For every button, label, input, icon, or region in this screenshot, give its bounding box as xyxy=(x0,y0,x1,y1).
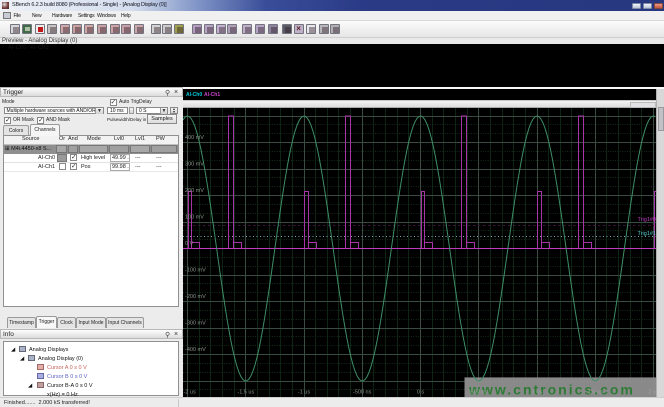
svg-text:0 s: 0 s xyxy=(417,389,425,395)
svg-text:-100 mV: -100 mV xyxy=(185,267,206,273)
svg-text:-1 us: -1 us xyxy=(298,389,310,395)
svg-text:0 V: 0 V xyxy=(185,241,194,247)
svg-text:500 ns: 500 ns xyxy=(471,389,488,395)
svg-text:Trig1#0: Trig1#0 xyxy=(638,217,656,223)
svg-text:100 mV: 100 mV xyxy=(185,214,204,220)
svg-text:Trig1#1: Trig1#1 xyxy=(638,231,656,237)
svg-text:www.cntronics.com: www.cntronics.com xyxy=(468,381,635,397)
svg-text:-1.5 us: -1.5 us xyxy=(237,389,254,395)
svg-text:400 mV: 400 mV xyxy=(185,135,204,141)
svg-text:-400 mV: -400 mV xyxy=(185,347,206,353)
svg-text:1 us: 1 us xyxy=(532,389,543,395)
svg-text:-200 mV: -200 mV xyxy=(185,294,206,300)
svg-text:-300 mV: -300 mV xyxy=(185,320,206,326)
svg-text:2 us: 2 us xyxy=(648,389,656,395)
svg-text:200 mV: 200 mV xyxy=(185,188,204,194)
svg-text:1.5 us: 1.5 us xyxy=(588,389,603,395)
svg-text:-2 us: -2 us xyxy=(184,389,196,395)
svg-text:300 mV: 300 mV xyxy=(185,161,204,167)
svg-text:-500 ns: -500 ns xyxy=(353,389,372,395)
